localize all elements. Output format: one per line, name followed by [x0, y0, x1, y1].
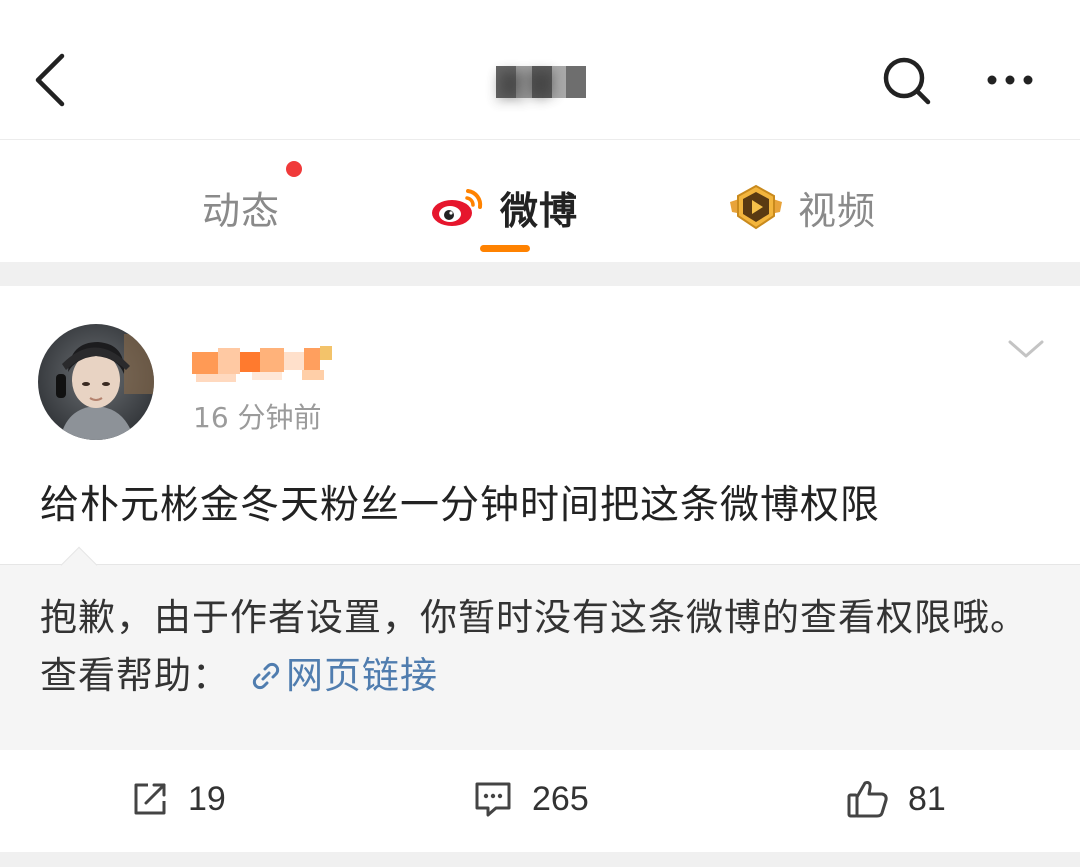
tab-shipin[interactable]: 视频 — [728, 177, 876, 237]
like-count: 81 — [908, 779, 946, 818]
tab-dongtai[interactable]: 动态 — [202, 177, 280, 237]
repost-button[interactable]: 19 — [130, 774, 226, 824]
like-button[interactable]: 81 — [846, 774, 946, 824]
web-link-label: 网页链接 — [286, 654, 438, 697]
page-title-text: 麦草 — [496, 70, 556, 105]
post-actions: 19 265 81 — [0, 754, 1080, 850]
tab-weibo[interactable]: 微博 — [430, 177, 578, 237]
chevron-left-icon — [35, 53, 65, 107]
repost-icon — [134, 783, 166, 815]
web-link[interactable]: 网页链接 — [230, 654, 438, 697]
more-dots-icon — [987, 75, 1033, 85]
permission-notice: 抱歉，由于作者设置，你暂时没有这条微博的查看权限哦。查看帮助： 网页链接 — [0, 546, 1080, 750]
comment-button[interactable]: 265 — [472, 774, 589, 824]
link-icon — [252, 662, 280, 690]
bottom-divider — [0, 852, 1080, 867]
weibo-logo-icon — [432, 189, 483, 226]
comment-count: 265 — [532, 779, 589, 818]
weibo-post: 16 分钟前 给朴元彬金冬天粉丝一分钟时间把这条微博权限 抱歉，由于作者设置，你… — [0, 286, 1080, 852]
notice-body: 抱歉，由于作者设置，你暂时没有这条微博的查看权限哦。查看帮助： 网页链接 — [40, 589, 1040, 705]
thumbs-up-icon — [847, 781, 888, 818]
search-button[interactable] — [878, 52, 938, 112]
active-tab-indicator — [480, 245, 530, 252]
username-mosaic — [192, 346, 332, 382]
post-menu-button[interactable] — [1004, 334, 1048, 364]
back-button[interactable] — [26, 48, 86, 112]
post-content: 给朴元彬金冬天粉丝一分钟时间把这条微博权限 — [40, 483, 881, 528]
notice-message: 抱歉，由于作者设置，你暂时没有这条微博的查看权限哦。查看帮助： — [40, 596, 1028, 697]
tab-shipin-label: 视频 — [798, 188, 877, 233]
avatar-image — [38, 324, 154, 440]
search-icon — [883, 57, 931, 105]
page-title: 麦草 — [496, 62, 586, 105]
notice-pointer — [60, 546, 98, 584]
more-button[interactable] — [982, 58, 1042, 102]
tab-dongtai-label: 动态 — [202, 188, 281, 233]
avatar[interactable] — [38, 324, 154, 440]
top-bar: 麦草 — [0, 0, 1080, 140]
notification-badge — [286, 161, 302, 177]
repost-count: 19 — [188, 779, 226, 818]
post-time: 16 分钟前 — [193, 401, 322, 434]
section-divider — [0, 262, 1080, 286]
video-badge-icon — [730, 184, 782, 230]
comment-icon — [475, 782, 511, 817]
username[interactable] — [192, 344, 336, 384]
chevron-down-icon — [1008, 340, 1044, 358]
tab-weibo-label: 微博 — [500, 188, 579, 233]
profile-tabs: 动态 微博 视频 — [0, 141, 1080, 261]
